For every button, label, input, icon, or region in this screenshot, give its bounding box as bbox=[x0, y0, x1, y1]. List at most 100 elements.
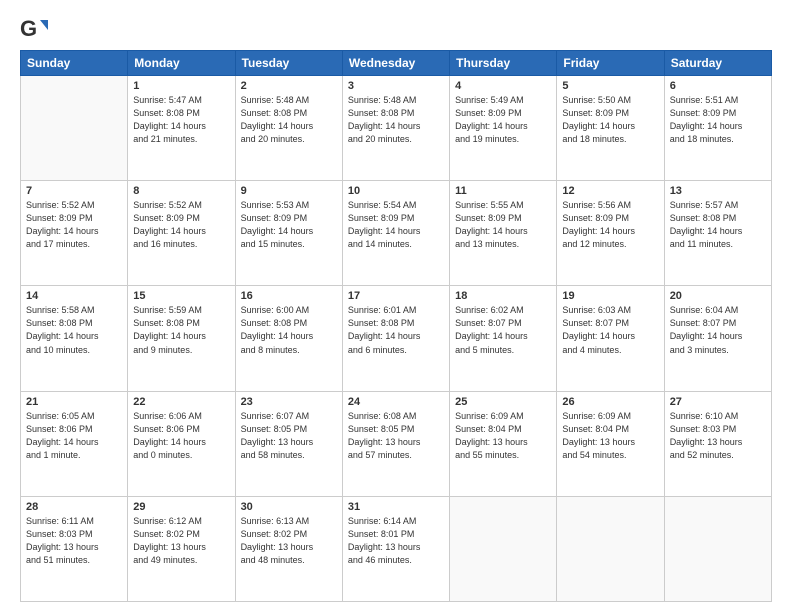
day-cell: 27 Sunrise: 6:10 AMSunset: 8:03 PMDayligh… bbox=[664, 391, 771, 496]
day-info: Sunrise: 5:58 AMSunset: 8:08 PMDaylight:… bbox=[26, 304, 122, 356]
day-cell: 30 Sunrise: 6:13 AMSunset: 8:02 PMDayligh… bbox=[235, 496, 342, 601]
day-cell: 9 Sunrise: 5:53 AMSunset: 8:09 PMDaylight… bbox=[235, 181, 342, 286]
day-cell: 11Sunrise: 5:55 AMSunset: 8:09 PMDayligh… bbox=[450, 181, 557, 286]
day-cell bbox=[21, 76, 128, 181]
col-header-saturday: Saturday bbox=[664, 51, 771, 76]
day-number: 26 bbox=[562, 396, 658, 408]
day-info: Sunrise: 6:05 AMSunset: 8:06 PMDaylight:… bbox=[26, 410, 122, 462]
day-cell: 6 Sunrise: 5:51 AMSunset: 8:09 PMDaylight… bbox=[664, 76, 771, 181]
day-cell: 19 Sunrise: 6:03 AMSunset: 8:07 PMDayligh… bbox=[557, 286, 664, 391]
day-info: Sunrise: 6:11 AMSunset: 8:03 PMDaylight:… bbox=[26, 515, 122, 567]
day-number: 8 bbox=[133, 185, 229, 197]
day-info: Sunrise: 5:59 AMSunset: 8:08 PMDaylight:… bbox=[133, 304, 229, 356]
day-info: Sunrise: 5:47 AMSunset: 8:08 PMDaylight:… bbox=[133, 94, 229, 146]
day-cell: 28Sunrise: 6:11 AMSunset: 8:03 PMDayligh… bbox=[21, 496, 128, 601]
day-info: Sunrise: 6:14 AMSunset: 8:01 PMDaylight:… bbox=[348, 515, 444, 567]
day-number: 2 bbox=[241, 80, 337, 92]
day-number: 3 bbox=[348, 80, 444, 92]
week-row-2: 7 Sunrise: 5:52 AMSunset: 8:09 PMDaylight… bbox=[21, 181, 772, 286]
page: G SundayMondayTuesdayWednesdayThursdayFr… bbox=[0, 0, 792, 612]
calendar-table: SundayMondayTuesdayWednesdayThursdayFrid… bbox=[20, 50, 772, 602]
day-cell: 25 Sunrise: 6:09 AMSunset: 8:04 PMDayligh… bbox=[450, 391, 557, 496]
day-cell bbox=[557, 496, 664, 601]
day-cell: 14Sunrise: 5:58 AMSunset: 8:08 PMDayligh… bbox=[21, 286, 128, 391]
logo: G bbox=[20, 16, 52, 44]
day-cell: 18Sunrise: 6:02 AMSunset: 8:07 PMDayligh… bbox=[450, 286, 557, 391]
day-info: Sunrise: 6:09 AMSunset: 8:04 PMDaylight:… bbox=[455, 410, 551, 462]
col-header-friday: Friday bbox=[557, 51, 664, 76]
day-info: Sunrise: 5:52 AMSunset: 8:09 PMDaylight:… bbox=[26, 199, 122, 251]
day-cell: 17Sunrise: 6:01 AMSunset: 8:08 PMDayligh… bbox=[342, 286, 449, 391]
day-number: 21 bbox=[26, 396, 122, 408]
day-info: Sunrise: 6:00 AMSunset: 8:08 PMDaylight:… bbox=[241, 304, 337, 356]
day-cell: 10Sunrise: 5:54 AMSunset: 8:09 PMDayligh… bbox=[342, 181, 449, 286]
day-cell: 29 Sunrise: 6:12 AMSunset: 8:02 PMDayligh… bbox=[128, 496, 235, 601]
day-cell: 4 Sunrise: 5:49 AMSunset: 8:09 PMDaylight… bbox=[450, 76, 557, 181]
day-number: 19 bbox=[562, 290, 658, 302]
day-cell: 3 Sunrise: 5:48 AMSunset: 8:08 PMDaylight… bbox=[342, 76, 449, 181]
day-cell: 16 Sunrise: 6:00 AMSunset: 8:08 PMDayligh… bbox=[235, 286, 342, 391]
day-number: 7 bbox=[26, 185, 122, 197]
day-info: Sunrise: 6:13 AMSunset: 8:02 PMDaylight:… bbox=[241, 515, 337, 567]
day-number: 4 bbox=[455, 80, 551, 92]
col-header-thursday: Thursday bbox=[450, 51, 557, 76]
day-info: Sunrise: 5:53 AMSunset: 8:09 PMDaylight:… bbox=[241, 199, 337, 251]
day-cell: 23 Sunrise: 6:07 AMSunset: 8:05 PMDayligh… bbox=[235, 391, 342, 496]
col-header-sunday: Sunday bbox=[21, 51, 128, 76]
day-cell: 2 Sunrise: 5:48 AMSunset: 8:08 PMDaylight… bbox=[235, 76, 342, 181]
day-cell: 20 Sunrise: 6:04 AMSunset: 8:07 PMDayligh… bbox=[664, 286, 771, 391]
day-number: 31 bbox=[348, 501, 444, 513]
header: G bbox=[20, 16, 772, 44]
day-info: Sunrise: 6:09 AMSunset: 8:04 PMDaylight:… bbox=[562, 410, 658, 462]
week-row-5: 28Sunrise: 6:11 AMSunset: 8:03 PMDayligh… bbox=[21, 496, 772, 601]
day-cell: 7 Sunrise: 5:52 AMSunset: 8:09 PMDaylight… bbox=[21, 181, 128, 286]
day-number: 12 bbox=[562, 185, 658, 197]
day-cell bbox=[664, 496, 771, 601]
day-number: 30 bbox=[241, 501, 337, 513]
day-info: Sunrise: 6:07 AMSunset: 8:05 PMDaylight:… bbox=[241, 410, 337, 462]
day-info: Sunrise: 5:48 AMSunset: 8:08 PMDaylight:… bbox=[348, 94, 444, 146]
day-number: 23 bbox=[241, 396, 337, 408]
day-info: Sunrise: 5:56 AMSunset: 8:09 PMDaylight:… bbox=[562, 199, 658, 251]
day-info: Sunrise: 6:12 AMSunset: 8:02 PMDaylight:… bbox=[133, 515, 229, 567]
day-number: 18 bbox=[455, 290, 551, 302]
day-cell: 13Sunrise: 5:57 AMSunset: 8:08 PMDayligh… bbox=[664, 181, 771, 286]
day-number: 27 bbox=[670, 396, 766, 408]
week-row-1: 1 Sunrise: 5:47 AMSunset: 8:08 PMDaylight… bbox=[21, 76, 772, 181]
day-info: Sunrise: 5:50 AMSunset: 8:09 PMDaylight:… bbox=[562, 94, 658, 146]
day-number: 25 bbox=[455, 396, 551, 408]
col-header-monday: Monday bbox=[128, 51, 235, 76]
day-cell: 5Sunrise: 5:50 AMSunset: 8:09 PMDaylight… bbox=[557, 76, 664, 181]
day-info: Sunrise: 5:49 AMSunset: 8:09 PMDaylight:… bbox=[455, 94, 551, 146]
day-info: Sunrise: 6:04 AMSunset: 8:07 PMDaylight:… bbox=[670, 304, 766, 356]
week-row-3: 14Sunrise: 5:58 AMSunset: 8:08 PMDayligh… bbox=[21, 286, 772, 391]
day-info: Sunrise: 5:55 AMSunset: 8:09 PMDaylight:… bbox=[455, 199, 551, 251]
day-cell: 24Sunrise: 6:08 AMSunset: 8:05 PMDayligh… bbox=[342, 391, 449, 496]
day-cell: 8 Sunrise: 5:52 AMSunset: 8:09 PMDaylight… bbox=[128, 181, 235, 286]
week-row-4: 21 Sunrise: 6:05 AMSunset: 8:06 PMDayligh… bbox=[21, 391, 772, 496]
day-number: 9 bbox=[241, 185, 337, 197]
day-cell: 31 Sunrise: 6:14 AMSunset: 8:01 PMDayligh… bbox=[342, 496, 449, 601]
day-info: Sunrise: 5:57 AMSunset: 8:08 PMDaylight:… bbox=[670, 199, 766, 251]
col-header-tuesday: Tuesday bbox=[235, 51, 342, 76]
day-number: 29 bbox=[133, 501, 229, 513]
day-number: 1 bbox=[133, 80, 229, 92]
svg-text:G: G bbox=[20, 16, 37, 41]
day-number: 17 bbox=[348, 290, 444, 302]
logo-icon: G bbox=[20, 16, 48, 44]
day-cell: 1 Sunrise: 5:47 AMSunset: 8:08 PMDaylight… bbox=[128, 76, 235, 181]
col-header-wednesday: Wednesday bbox=[342, 51, 449, 76]
day-number: 15 bbox=[133, 290, 229, 302]
day-number: 6 bbox=[670, 80, 766, 92]
day-info: Sunrise: 5:51 AMSunset: 8:09 PMDaylight:… bbox=[670, 94, 766, 146]
day-info: Sunrise: 5:48 AMSunset: 8:08 PMDaylight:… bbox=[241, 94, 337, 146]
calendar-header-row: SundayMondayTuesdayWednesdayThursdayFrid… bbox=[21, 51, 772, 76]
day-number: 20 bbox=[670, 290, 766, 302]
day-number: 16 bbox=[241, 290, 337, 302]
day-cell: 22Sunrise: 6:06 AMSunset: 8:06 PMDayligh… bbox=[128, 391, 235, 496]
day-cell: 26 Sunrise: 6:09 AMSunset: 8:04 PMDayligh… bbox=[557, 391, 664, 496]
day-number: 22 bbox=[133, 396, 229, 408]
day-info: Sunrise: 6:03 AMSunset: 8:07 PMDaylight:… bbox=[562, 304, 658, 356]
day-info: Sunrise: 5:52 AMSunset: 8:09 PMDaylight:… bbox=[133, 199, 229, 251]
day-info: Sunrise: 6:10 AMSunset: 8:03 PMDaylight:… bbox=[670, 410, 766, 462]
